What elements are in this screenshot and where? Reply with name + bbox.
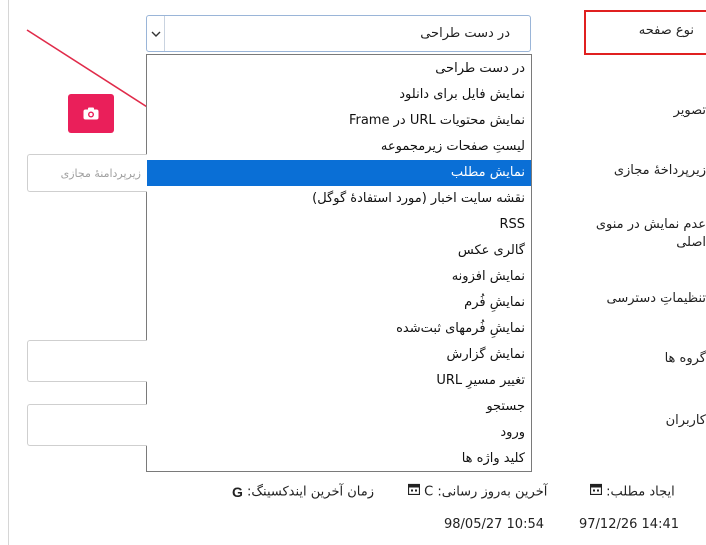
hide-in-menu-label-line2: اصلی [676,235,706,250]
page-type-dropdown-list[interactable]: در دست طراحی نمایش فایل برای دانلود نمای… [146,54,532,472]
dropdown-option[interactable]: نمایش افزونه [147,264,531,290]
updated-prefix: C [424,484,434,500]
upload-image-button[interactable] [68,94,114,133]
hide-in-menu-label-line1: عدم نمایش در منوی [595,217,706,232]
dropdown-option[interactable]: RSS [147,212,531,238]
dropdown-option[interactable]: کلید واژه ها [147,446,531,471]
groups-input[interactable] [27,340,147,382]
page-type-select[interactable]: در دست طراحی [146,15,531,52]
page-type-select-value: در دست طراحی [420,26,510,41]
virtual-path-placeholder: زیرپردامنهٔ مجازی [60,167,141,180]
groups-label: گروه ها [664,351,706,366]
created-label: ایجاد مطلب: [606,484,675,500]
dropdown-option[interactable]: نقشه سایت اخبار (مورد استفادهٔ گوگل) [147,186,531,212]
dropdown-option-selected[interactable]: نمایش مطلب [147,160,531,186]
dropdown-option[interactable]: گالری عکس [147,238,531,264]
dropdown-option[interactable]: نمایشِ فُرمهای ثبت‌شده [147,316,531,342]
calendar-icon [589,483,603,501]
page-type-label-box: نوع صفحه [584,10,706,55]
dropdown-option[interactable]: جستجو [147,394,531,420]
dropdown-option[interactable]: نمایش فایل برای دانلود [147,82,531,108]
created-meta: ایجاد مطلب: [589,483,675,502]
users-label: کاربران [665,413,706,428]
access-settings-label: تنظیماتِ دسترسی [606,291,706,306]
indexing-label: زمان آخرین ایندکسینگ: [247,484,375,500]
updated-meta: آخرین به‌روز رسانی: C [407,483,548,502]
updated-value: 10:54 98/05/27 [444,517,544,532]
dropdown-option[interactable]: ورود [147,420,531,446]
created-value: 14:41 97/12/26 [579,517,679,532]
dropdown-option[interactable]: لیستِ صفحات زیرمجموعه [147,134,531,160]
chevron-down-icon[interactable] [147,16,165,51]
virtual-path-input[interactable]: زیرپردامنهٔ مجازی [27,154,147,192]
users-input[interactable] [27,404,147,446]
image-label: تصویر [673,103,706,118]
calendar-icon [407,483,421,501]
dropdown-option[interactable]: نمایش محتویات URL در Frame [147,108,531,134]
indexing-meta: زمان آخرین ایندکسینگ: G [232,483,374,502]
dropdown-option[interactable]: تغییر مسیرِ URL [147,368,531,394]
dropdown-option[interactable]: نمایشِ فُرم [147,290,531,316]
page-type-label: نوع صفحه [638,23,694,38]
dropdown-option[interactable]: در دست طراحی [147,56,531,82]
camera-icon [83,107,99,120]
updated-label: آخرین به‌روز رسانی: [437,484,548,500]
dropdown-option[interactable]: نمایش گزارش [147,342,531,368]
google-icon: G [232,484,243,500]
virtual-path-label: زیرپرداخهٔ مجازی [613,163,706,178]
